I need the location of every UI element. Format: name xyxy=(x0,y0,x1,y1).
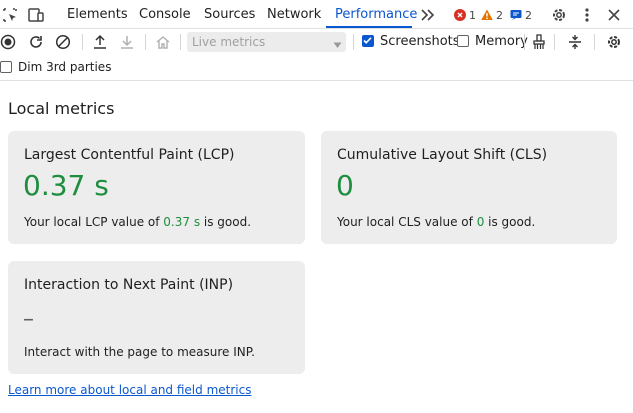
message-icon xyxy=(510,9,522,21)
performance-subtoolbar: Dim 3rd parties xyxy=(0,55,633,81)
dim-third-parties-checkbox[interactable] xyxy=(0,61,12,73)
section-title: Local metrics xyxy=(8,99,115,118)
memory-label: Memory xyxy=(475,34,528,49)
toolbar-divider xyxy=(180,34,181,50)
cls-description-prefix: Your local CLS value of xyxy=(337,215,477,229)
collect-garbage-icon[interactable] xyxy=(529,32,549,52)
learn-more-link[interactable]: Learn more about local and field metrics xyxy=(8,383,251,397)
home-icon xyxy=(153,32,173,52)
inp-value: – xyxy=(23,307,34,332)
messages-count: 2 xyxy=(525,8,532,22)
cls-title: Cumulative Layout Shift (CLS) xyxy=(337,147,548,163)
tab-console[interactable]: Console xyxy=(139,0,191,29)
toolbar-divider xyxy=(594,34,595,50)
inp-card: Interaction to Next Paint (INP) – Intera… xyxy=(8,261,305,374)
more-tabs-icon[interactable] xyxy=(418,5,438,25)
download-icon xyxy=(117,32,137,52)
live-metrics-select-value: Live metrics xyxy=(192,35,266,49)
clear-icon[interactable] xyxy=(53,32,73,52)
toolbar-divider xyxy=(554,34,555,50)
inp-title: Interaction to Next Paint (INP) xyxy=(24,277,234,293)
toolbar-divider xyxy=(82,34,83,50)
live-metrics-select[interactable]: Live metrics xyxy=(187,32,346,52)
screenshots-checkbox[interactable] xyxy=(362,35,374,47)
capture-settings-gear-icon[interactable] xyxy=(604,32,624,52)
tab-sources[interactable]: Sources xyxy=(204,0,255,29)
tab-network[interactable]: Network xyxy=(267,0,321,29)
cls-value: 0 xyxy=(336,169,354,202)
tab-elements[interactable]: Elements xyxy=(67,0,128,29)
warning-count: 2 xyxy=(496,8,503,22)
settings-gear-icon[interactable] xyxy=(549,5,569,25)
error-badge[interactable]: 1 xyxy=(454,7,476,23)
devtools-tabbar: Elements Console Sources Network Perform… xyxy=(0,0,633,29)
inp-description: Interact with the page to measure INP. xyxy=(24,345,255,359)
lcp-description: Your local LCP value of 0.37 s is good. xyxy=(24,215,251,229)
record-icon[interactable] xyxy=(0,32,18,52)
active-tab-indicator xyxy=(326,26,412,28)
warning-icon xyxy=(481,9,493,21)
toolbar-divider xyxy=(353,34,354,50)
close-icon[interactable] xyxy=(604,5,624,25)
upload-icon[interactable] xyxy=(90,32,110,52)
toolbar-divider xyxy=(145,34,146,50)
screenshots-label: Screenshots xyxy=(380,34,460,49)
dim-third-parties-label: Dim 3rd parties xyxy=(18,60,112,74)
lcp-title: Largest Contentful Paint (LCP) xyxy=(24,147,235,163)
messages-badge[interactable]: 2 xyxy=(510,7,532,23)
cls-description-suffix: is good. xyxy=(484,215,536,229)
inspect-element-icon[interactable] xyxy=(0,5,20,25)
cls-description: Your local CLS value of 0 is good. xyxy=(337,215,535,229)
device-toolbar-icon[interactable] xyxy=(26,5,46,25)
chevron-down-icon xyxy=(333,38,342,53)
lcp-card: Largest Contentful Paint (LCP) 0.37 s Yo… xyxy=(8,131,305,244)
tab-performance[interactable]: Performance xyxy=(335,0,417,29)
error-count: 1 xyxy=(469,8,476,22)
cls-card: Cumulative Layout Shift (CLS) 0 Your loc… xyxy=(321,131,617,244)
lcp-description-prefix: Your local LCP value of xyxy=(24,215,164,229)
reload-record-icon[interactable] xyxy=(26,32,46,52)
lcp-value: 0.37 s xyxy=(23,169,109,202)
toolbar-divider xyxy=(524,34,525,50)
warning-badge[interactable]: 2 xyxy=(481,7,503,23)
lcp-description-suffix: is good. xyxy=(200,215,252,229)
error-icon xyxy=(454,9,466,21)
lcp-description-value: 0.37 s xyxy=(163,215,201,229)
collapse-vertical-icon[interactable] xyxy=(565,32,585,52)
performance-toolbar: Live metrics Screenshots Memory xyxy=(0,29,633,55)
kebab-menu-icon[interactable] xyxy=(577,5,597,25)
memory-checkbox[interactable] xyxy=(457,35,469,47)
